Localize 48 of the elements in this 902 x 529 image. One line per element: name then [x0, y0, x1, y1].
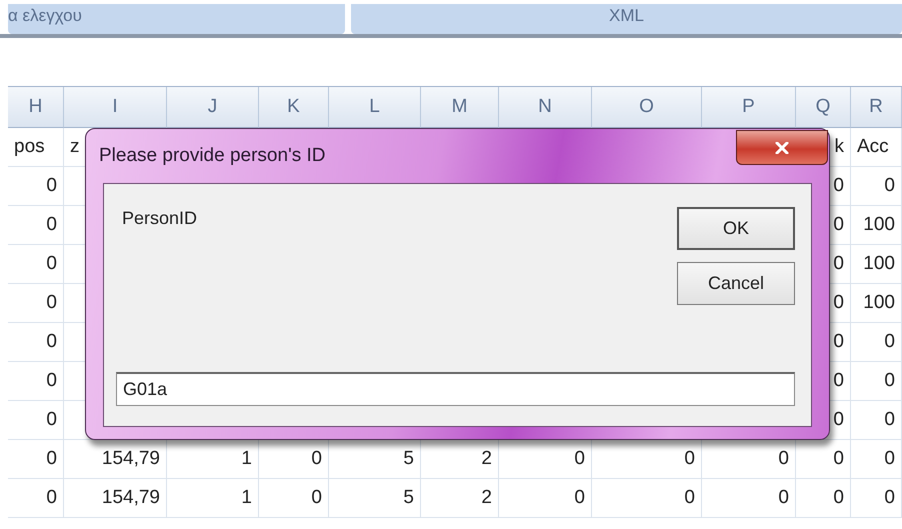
- ribbon-group-label: XML: [609, 6, 644, 25]
- column-header[interactable]: R: [851, 87, 902, 128]
- table-cell: 0: [8, 440, 64, 479]
- table-cell: 0: [8, 479, 64, 518]
- table-cell: 154,79: [64, 479, 167, 518]
- table-cell: 0: [796, 479, 851, 518]
- table-cell: 0: [851, 167, 902, 206]
- column-header[interactable]: I: [64, 87, 167, 128]
- column-header[interactable]: Q: [796, 87, 851, 128]
- column-header[interactable]: L: [329, 87, 421, 128]
- table-cell: Acc: [851, 128, 902, 167]
- column-header[interactable]: M: [421, 87, 499, 128]
- table-cell: pos: [8, 128, 64, 167]
- table-cell: 0: [851, 401, 902, 440]
- close-button[interactable]: [736, 130, 828, 165]
- table-cell: 0: [259, 479, 329, 518]
- table-cell: 0: [8, 167, 64, 206]
- column-header[interactable]: J: [167, 87, 259, 128]
- table-cell: 100: [851, 284, 902, 323]
- table-cell: 0: [851, 440, 902, 479]
- column-header[interactable]: K: [259, 87, 329, 128]
- ok-button[interactable]: OK: [677, 207, 795, 250]
- table-cell: 0: [8, 245, 64, 284]
- table-cell: 0: [8, 206, 64, 245]
- ribbon-group-label: α ελεγχου: [8, 6, 82, 25]
- table-cell: 5: [329, 479, 421, 518]
- prompt-label: PersonID: [122, 208, 198, 230]
- table-cell: 0: [8, 401, 64, 440]
- table-cell: 0: [702, 479, 796, 518]
- column-header[interactable]: N: [499, 87, 592, 128]
- column-header[interactable]: H: [8, 87, 64, 128]
- cancel-button[interactable]: Cancel: [677, 262, 795, 305]
- table-cell: 0: [8, 323, 64, 362]
- table-cell: 2: [421, 479, 499, 518]
- table-cell: 0: [499, 479, 592, 518]
- table-cell: 100: [851, 206, 902, 245]
- table-cell: 0: [851, 479, 902, 518]
- table-cell: 1: [167, 479, 259, 518]
- table-cell: 100: [851, 245, 902, 284]
- table-cell: 0: [851, 362, 902, 401]
- table-cell: 0: [8, 362, 64, 401]
- table-cell: 0: [8, 284, 64, 323]
- column-header[interactable]: P: [702, 87, 796, 128]
- table-cell: 0: [592, 479, 702, 518]
- input-field[interactable]: G01a: [116, 372, 795, 406]
- column-header[interactable]: O: [592, 87, 702, 128]
- close-icon: [775, 142, 789, 154]
- table-cell: 0: [851, 323, 902, 362]
